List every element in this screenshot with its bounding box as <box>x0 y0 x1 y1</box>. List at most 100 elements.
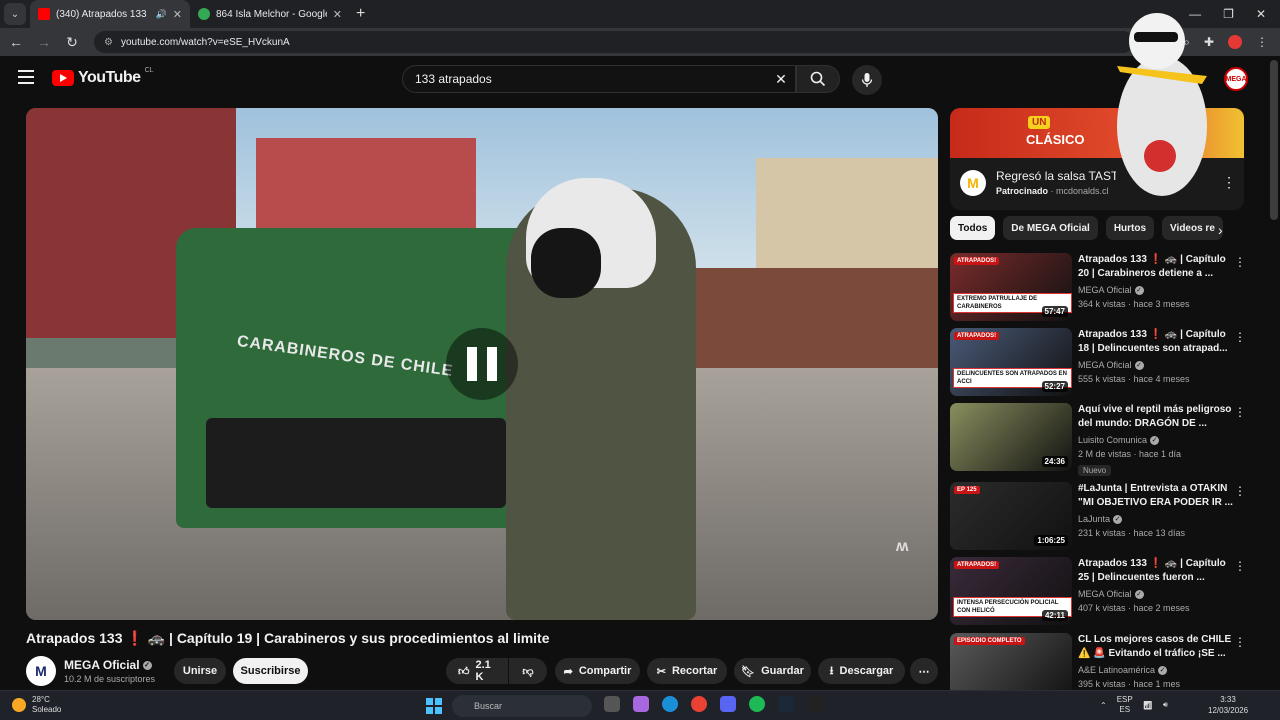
site-info-icon[interactable]: ⚙ <box>104 37 113 48</box>
menu-icon[interactable]: ⋮ <box>1256 35 1268 49</box>
chip-from-channel[interactable]: De MEGA Oficial <box>1003 216 1098 240</box>
channel-name[interactable]: MEGA Oficial ✓ <box>64 658 152 672</box>
channel-avatar[interactable]: M <box>26 656 56 686</box>
chip-all[interactable]: Todos <box>950 216 996 240</box>
youtube-logo[interactable]: YouTube CL <box>52 67 154 87</box>
reload-icon[interactable]: ↻ <box>60 34 84 51</box>
more-options-icon[interactable]: ⋮ <box>1234 330 1246 344</box>
weather-widget[interactable]: 28°C Soleado <box>12 695 61 715</box>
back-icon[interactable]: ← <box>4 34 28 50</box>
tab-maps[interactable]: 864 Isla Melchor - Google Maps ✕ <box>190 0 350 28</box>
pause-button[interactable] <box>446 328 518 400</box>
mega-watermark-icon: ʍ <box>896 538 909 555</box>
language-indicator[interactable]: ESP ES <box>1117 695 1133 715</box>
windows-start-icon[interactable] <box>426 698 442 714</box>
video-duration: 42:11 <box>1041 610 1068 621</box>
tab-close-icon[interactable]: ✕ <box>173 8 182 21</box>
recommendation-title[interactable]: Atrapados 133 ❗ 🚓 | Capítulo 25 | Delinc… <box>1078 557 1238 587</box>
sun-icon <box>12 698 26 712</box>
address-bar[interactable]: ⚙ youtube.com/watch?v=eSE_HVckunA <box>94 31 1134 53</box>
tab-youtube[interactable]: (340) Atrapados 133 🔊 ✕ <box>30 0 190 28</box>
weather-text: 28°C Soleado <box>32 695 61 715</box>
video-thumbnail[interactable]: EP 125 1:06:25 <box>950 482 1072 550</box>
download-icon: ⭳ <box>829 664 834 677</box>
recommendation-channel[interactable]: A&E Latinoamérica ✓ <box>1078 665 1168 676</box>
youtube-favicon-icon <box>38 8 50 20</box>
ad-more-icon[interactable]: ⋮ <box>1222 174 1236 191</box>
recommendation-channel[interactable]: MEGA Oficial ✓ <box>1078 360 1144 371</box>
clear-search-icon[interactable]: ✕ <box>767 71 795 88</box>
guide-menu-icon[interactable] <box>18 70 34 84</box>
recommendation-title[interactable]: Aquí vive el reptil más peligroso del mu… <box>1078 403 1238 433</box>
new-tab-icon[interactable]: + <box>356 5 365 23</box>
tab-close-icon[interactable]: ✕ <box>333 8 342 21</box>
recommendation-channel[interactable]: MEGA Oficial ✓ <box>1078 285 1144 296</box>
epic-games-icon[interactable] <box>807 696 823 712</box>
search-button[interactable] <box>796 65 840 93</box>
chip-hurtos[interactable]: Hurtos <box>1105 216 1155 240</box>
video-player[interactable]: CARABINEROS DE CHILE ʍ <box>26 108 938 620</box>
account-avatar[interactable]: MEGA <box>1224 67 1248 91</box>
subscribe-button[interactable]: Suscribirse <box>233 658 308 684</box>
download-label: Descargar <box>839 665 894 677</box>
edge-icon[interactable] <box>662 696 678 712</box>
chrome-icon[interactable] <box>691 696 707 712</box>
recommendation-title[interactable]: CL Los mejores casos de CHILE ⚠️ 🚨 Evita… <box>1078 633 1238 663</box>
download-button[interactable]: ⭳ Descargar <box>818 658 905 684</box>
tray-chevron-icon[interactable]: ⌃ <box>1100 701 1107 710</box>
system-clock[interactable]: 3:33 12/03/2026 <box>1208 694 1248 716</box>
join-button[interactable]: Unirse <box>174 658 226 684</box>
forward-icon[interactable]: → <box>32 34 56 50</box>
search-value: 133 atrapados <box>415 72 492 86</box>
clip-button[interactable]: ✂ Recortar <box>647 658 727 684</box>
page-scrollbar[interactable] <box>1270 60 1278 220</box>
more-options-icon[interactable]: ⋮ <box>1234 635 1246 649</box>
volume-icon[interactable]: 🔊︎ <box>1163 700 1168 710</box>
close-window-icon[interactable]: ✕ <box>1256 7 1266 21</box>
recommendation-channel[interactable]: MEGA Oficial ✓ <box>1078 589 1144 600</box>
spotify-icon[interactable] <box>749 696 765 712</box>
more-options-icon[interactable]: ⋮ <box>1234 484 1246 498</box>
like-button[interactable]: 👍︎ 2.1 K <box>446 658 508 684</box>
recommendation-title[interactable]: #LaJunta | Entrevista a OTAKIN "MI OBJET… <box>1078 482 1238 512</box>
save-button[interactable]: 🔖︎ Guardar <box>734 658 811 684</box>
channel-text: MEGA Oficial <box>1078 285 1132 295</box>
voice-search-button[interactable] <box>852 65 882 95</box>
more-options-icon[interactable]: ⋮ <box>1234 255 1246 269</box>
wifi-icon[interactable]: 📶︎ <box>1143 701 1153 710</box>
dislike-button[interactable]: 👎︎ <box>509 658 547 684</box>
maximize-icon[interactable]: ❐ <box>1223 7 1234 21</box>
search-input[interactable]: 133 atrapados ✕ <box>402 65 796 93</box>
more-actions-button[interactable]: ⋯ <box>910 658 938 684</box>
taskbar-search[interactable]: Buscar <box>452 695 592 717</box>
recommendation-title[interactable]: Atrapados 133 ❗ 🚓 | Capítulo 20 | Carabi… <box>1078 253 1238 283</box>
truck-lettering: CARABINEROS DE CHILE <box>235 332 455 381</box>
video-thumbnail[interactable]: ATRAPADOS! DELINCUENTES SON ATRAPADOS EN … <box>950 328 1072 396</box>
profile-icon[interactable] <box>1228 35 1242 49</box>
discord-icon[interactable] <box>720 696 736 712</box>
video-thumbnail[interactable]: ATRAPADOS! INTENSA PERSECUCIÓN POLICIAL C… <box>950 557 1072 625</box>
recommendation-item[interactable]: ATRAPADOS! INTENSA PERSECUCIÓN POLICIAL C… <box>950 557 1250 627</box>
task-view-icon[interactable] <box>604 696 620 712</box>
steam-icon[interactable] <box>778 696 794 712</box>
more-options-icon[interactable]: ⋮ <box>1234 559 1246 573</box>
video-owner-row: M MEGA Oficial ✓ 10.2 M de suscriptores U… <box>26 656 938 686</box>
recommendation-title[interactable]: Atrapados 133 ❗ 🚓 | Capítulo 18 | Delinc… <box>1078 328 1238 358</box>
chip-related[interactable]: Videos re <box>1162 216 1223 240</box>
video-thumbnail[interactable]: ATRAPADOS! EXTREMO PATRULLAJE DE CARABINE… <box>950 253 1072 321</box>
more-options-icon[interactable]: ⋮ <box>1234 405 1246 419</box>
share-button[interactable]: ➦ Compartir <box>555 658 640 684</box>
thumbs-up-icon: 👍︎ <box>458 665 470 678</box>
recommendation-channel[interactable]: LaJunta ✓ <box>1078 514 1123 525</box>
speaker-icon[interactable]: 🔊 <box>156 9 167 20</box>
recommendation-item[interactable]: ATRAPADOS! EXTREMO PATRULLAJE DE CARABINE… <box>950 253 1250 323</box>
recommendation-channel[interactable]: Luisito Comunica ✓ <box>1078 435 1160 446</box>
copilot-icon[interactable] <box>633 696 649 712</box>
video-thumbnail[interactable]: 24:36 <box>950 403 1072 471</box>
recommendation-item[interactable]: 24:36 Aquí vive el reptil más peligroso d… <box>950 403 1250 476</box>
recommendation-item[interactable]: EP 125 1:06:25 #LaJunta | Entrevista a OTA… <box>950 482 1250 552</box>
tab-search-icon[interactable]: ⌄ <box>4 3 26 25</box>
recommendation-meta: 407 k vistas · hace 2 meses <box>1078 603 1190 613</box>
chevron-right-icon[interactable]: › <box>1218 222 1223 238</box>
recommendation-item[interactable]: ATRAPADOS! DELINCUENTES SON ATRAPADOS EN … <box>950 328 1250 398</box>
